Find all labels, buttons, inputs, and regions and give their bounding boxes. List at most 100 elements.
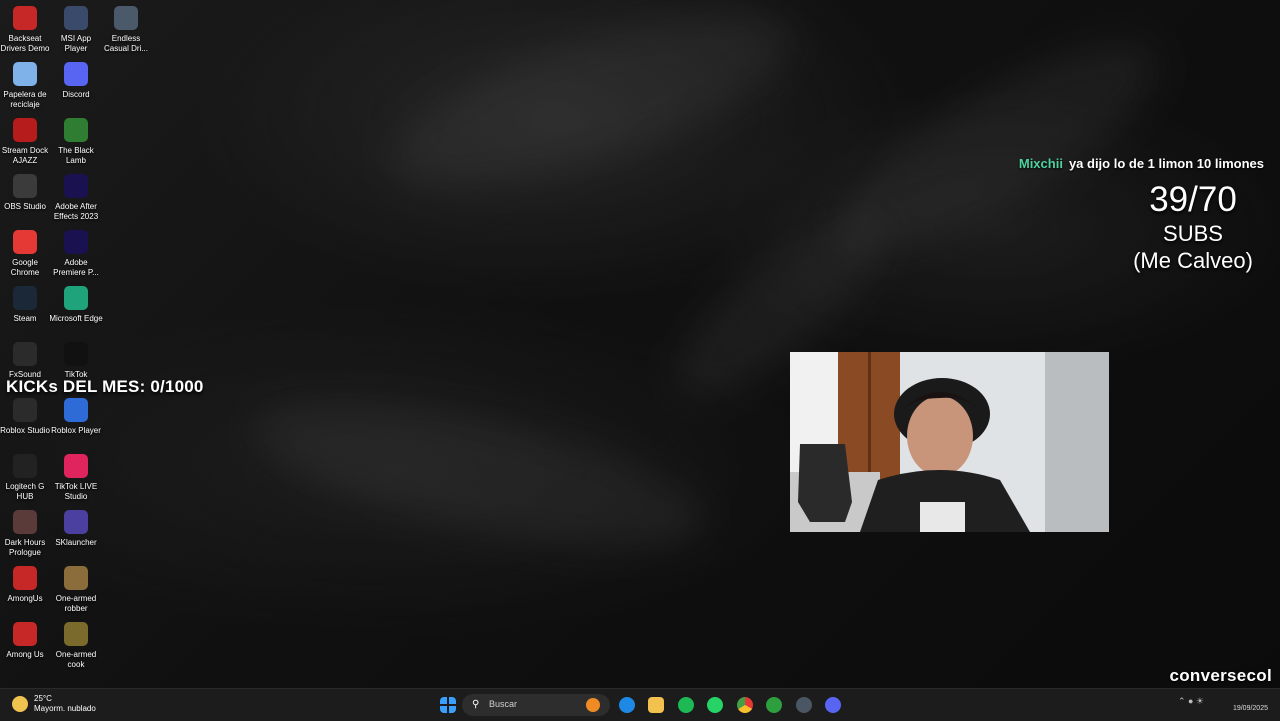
tray-date: 19/09/2025	[1232, 705, 1268, 712]
desktop-icon[interactable]: The Black Lamb	[49, 118, 103, 166]
desktop-icon[interactable]: Among Us	[0, 622, 52, 660]
whatsapp-icon[interactable]	[707, 697, 723, 713]
desktop-icon[interactable]: One-armed robber	[49, 566, 103, 614]
desktop-icon[interactable]: AmongUs	[0, 566, 52, 604]
desktop-icon[interactable]: MSI App Player	[49, 6, 103, 54]
fxsound-icon	[13, 342, 37, 366]
desktop-icon-label: SKlauncher	[55, 538, 97, 547]
tiktok-live-icon	[64, 454, 88, 478]
chrome-taskbar-icon[interactable]	[737, 697, 753, 713]
edge-icon	[64, 286, 88, 310]
desktop-icon[interactable]: Discord	[49, 62, 103, 100]
one-armed-robber-icon	[64, 566, 88, 590]
car-game-icon	[13, 6, 37, 30]
windows-start-icon[interactable]	[440, 697, 456, 713]
among-us-icon	[13, 566, 37, 590]
file-explorer-icon[interactable]	[648, 697, 664, 713]
desktop-icon[interactable]: FxSound	[0, 342, 52, 380]
desktop-icon[interactable]: TikTok	[49, 342, 103, 380]
desktop-icon-label: Roblox Player	[51, 426, 101, 435]
desktop-icon[interactable]: Roblox Studio	[0, 398, 52, 436]
chat-username: Mixchii	[1018, 156, 1063, 171]
stream-dock-icon	[13, 118, 37, 142]
webcam-feed	[790, 352, 1109, 532]
desktop-icon-label: Microsoft Edge	[49, 314, 103, 323]
desktop-icon[interactable]: Microsoft Edge	[49, 286, 103, 324]
obs-icon	[13, 174, 37, 198]
taskbar: 25°C Mayorm. nublado ⚲ Buscar ⌃ ● ☀ 19/0…	[0, 688, 1280, 721]
search-placeholder: Buscar	[489, 699, 518, 709]
desktop-icon-label: Stream Dock AJAZZ	[1, 146, 49, 165]
desktop-icon[interactable]: Endless Casual Dri...	[99, 6, 153, 54]
chat-text: ya dijo lo de 1 limon 10 limones	[1068, 156, 1264, 171]
black-lamb-icon	[64, 118, 88, 142]
chrome-icon	[13, 230, 37, 254]
desktop-icon-label: Discord	[62, 90, 90, 99]
desktop-icon[interactable]: Adobe Premiere P...	[49, 230, 103, 278]
discord-taskbar-icon[interactable]	[825, 697, 841, 713]
dark-hours-icon	[13, 510, 37, 534]
desktop-icon[interactable]: Adobe After Effects 2023	[49, 174, 103, 222]
kicks-counter: KICKs DEL MES: 0/1000	[6, 377, 204, 396]
desktop-icon-label: TikTok LIVE Studio	[54, 482, 98, 501]
desktop-icon[interactable]: OBS Studio	[0, 174, 52, 212]
desktop-icon[interactable]: Backseat Drivers Demo	[0, 6, 52, 54]
steam-icon	[13, 286, 37, 310]
desktop-icon-label: Among Us	[6, 650, 44, 659]
desktop-icon-label: MSI App Player	[60, 34, 92, 53]
desktop-icon-label: Google Chrome	[10, 258, 40, 277]
desktop-icon-label: Papelera de reciclaje	[3, 90, 47, 109]
desktop-icon[interactable]: Roblox Player	[49, 398, 103, 436]
desktop-icon[interactable]: TikTok LIVE Studio	[49, 454, 103, 502]
logitech-icon	[13, 454, 37, 478]
roblox-studio-icon	[13, 398, 37, 422]
among-us-icon	[13, 622, 37, 646]
desktop-icon-label: Roblox Studio	[0, 426, 50, 435]
desktop-icon[interactable]: Logitech G HUB	[0, 454, 52, 502]
endless-casual-driving-icon	[114, 6, 138, 30]
desktop-icon[interactable]: One-armed cook	[49, 622, 103, 670]
subs-count: 39/70	[1149, 180, 1237, 219]
desktop-icon-label: AmongUs	[7, 594, 43, 603]
taskbar-search[interactable]: ⚲ Buscar	[462, 694, 610, 716]
search-highlight-icon	[586, 698, 600, 712]
desktop-icon-label: Backseat Drivers Demo	[0, 34, 50, 53]
tray-icons: ⌃ ● ☀	[1177, 696, 1204, 706]
chat-message: Mixchii ya dijo lo de 1 limon 10 limones	[1019, 156, 1264, 171]
subs-goal: 39/70 SUBS (Me Calveo)	[1120, 180, 1266, 274]
one-armed-cook-icon	[64, 622, 88, 646]
tiktok-icon	[64, 342, 88, 366]
premiere-icon	[64, 230, 88, 254]
discord-icon	[64, 62, 88, 86]
subs-note: (Me Calveo)	[1133, 248, 1253, 273]
desktop-icon[interactable]: Steam	[0, 286, 52, 324]
edge-taskbar-icon[interactable]	[619, 697, 635, 713]
desktop-icon[interactable]: Stream Dock AJAZZ	[0, 118, 52, 166]
desktop-icon[interactable]: SKlauncher	[49, 510, 103, 548]
roblox-player-icon	[64, 398, 88, 422]
desktop-icon-label: One-armed robber	[55, 594, 97, 613]
brand-logo: conversecol	[1169, 666, 1272, 685]
recycle-bin-icon	[13, 62, 37, 86]
subs-label: SUBS	[1163, 221, 1223, 246]
desktop-icon-label: One-armed cook	[55, 650, 97, 669]
desktop-icon-label: Adobe After Effects 2023	[53, 202, 99, 221]
spotify-icon[interactable]	[678, 697, 694, 713]
after-effects-icon	[64, 174, 88, 198]
desktop-icon-label: Adobe Premiere P...	[53, 258, 99, 277]
desktop-icon[interactable]: Papelera de reciclaje	[0, 62, 52, 110]
msi-app-player-icon	[64, 6, 88, 30]
steam-taskbar-icon[interactable]	[796, 697, 812, 713]
weather-icon	[12, 696, 28, 712]
desktop-icon-label: The Black Lamb	[58, 146, 94, 165]
desktop-icon[interactable]: Dark Hours Prologue	[0, 510, 52, 558]
desktop-icon-label: Steam	[13, 314, 37, 323]
webcam-image	[790, 352, 1109, 532]
desktop-icon-label: OBS Studio	[4, 202, 46, 211]
system-tray[interactable]: ⌃ ● ☀ 19/09/2025	[1178, 697, 1268, 713]
xbox-icon[interactable]	[766, 697, 782, 713]
desktop-icon[interactable]: Google Chrome	[0, 230, 52, 278]
sklauncher-icon	[64, 510, 88, 534]
desktop-icon-label: Endless Casual Dri...	[103, 34, 148, 53]
desktop-icon-label: Dark Hours Prologue	[4, 538, 46, 557]
